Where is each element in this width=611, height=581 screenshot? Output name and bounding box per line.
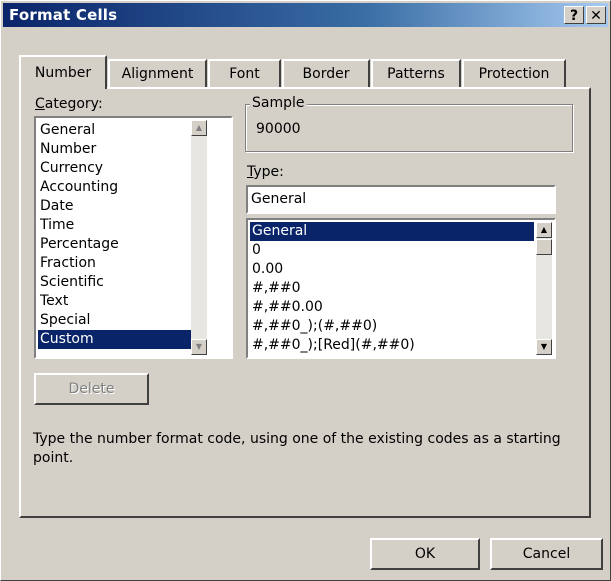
category-item-fraction[interactable]: Fraction	[38, 254, 96, 273]
category-label-accel: C	[35, 96, 45, 112]
category-item-general[interactable]: General	[38, 121, 95, 140]
type-list[interactable]: General 0 0.00 #,##0 #,##0.00 #,##0_);(#…	[246, 218, 556, 359]
category-item-special[interactable]: Special	[38, 311, 90, 330]
format-description: Type the number format code, using one o…	[33, 431, 561, 466]
scroll-up-icon[interactable]: ▲	[536, 222, 552, 238]
type-item-thousands-dec[interactable]: #,##0.00	[250, 298, 323, 317]
tab-patterns[interactable]: Patterns	[371, 59, 461, 87]
tab-protection[interactable]: Protection	[462, 59, 566, 87]
tab-alignment[interactable]: Alignment	[108, 59, 207, 87]
type-item-general[interactable]: General	[250, 222, 534, 241]
category-item-date[interactable]: Date	[38, 197, 73, 216]
category-scrollbar[interactable]: ▲ ▼	[191, 120, 207, 355]
category-item-time[interactable]: Time	[38, 216, 74, 235]
sample-legend: Sample	[250, 95, 307, 111]
scroll-down-icon[interactable]: ▼	[191, 339, 207, 355]
type-item-0-00[interactable]: 0.00	[250, 260, 283, 279]
category-item-percentage[interactable]: Percentage	[38, 235, 119, 254]
scroll-down-icon[interactable]: ▼	[536, 339, 552, 355]
type-label-text: ype:	[253, 164, 284, 180]
category-item-scientific[interactable]: Scientific	[38, 273, 104, 292]
tab-number[interactable]: Number	[19, 55, 107, 89]
tab-border[interactable]: Border	[282, 59, 370, 87]
close-button[interactable]: ✕	[586, 6, 606, 24]
ok-button[interactable]: OK	[370, 538, 480, 570]
category-item-custom[interactable]: Custom	[38, 330, 191, 349]
category-label: Category:	[35, 96, 103, 112]
scroll-up-icon[interactable]: ▲	[191, 120, 207, 136]
type-item-paren[interactable]: #,##0_);(#,##0)	[250, 317, 377, 336]
scroll-thumb[interactable]	[536, 239, 552, 255]
help-button[interactable]: ?	[564, 6, 584, 24]
cancel-button[interactable]: Cancel	[490, 538, 603, 570]
category-label-text: ategory:	[44, 96, 103, 112]
title-bar[interactable]: Format Cells ? ✕	[3, 3, 608, 27]
category-item-number[interactable]: Number	[38, 140, 96, 159]
type-item-red-paren[interactable]: #,##0_);[Red](#,##0)	[250, 336, 415, 355]
type-label: Type:	[247, 164, 284, 180]
category-item-accounting[interactable]: Accounting	[38, 178, 118, 197]
sample-value: 90000	[256, 121, 301, 137]
tab-font[interactable]: Font	[208, 59, 281, 87]
category-list[interactable]: General Number Currency Accounting Date …	[34, 116, 233, 359]
type-input[interactable]: General	[246, 185, 556, 214]
category-item-text[interactable]: Text	[38, 292, 68, 311]
type-item-thousands[interactable]: #,##0	[250, 279, 301, 298]
dialog-title: Format Cells	[9, 6, 118, 24]
delete-button[interactable]: Delete	[34, 373, 149, 405]
category-item-currency[interactable]: Currency	[38, 159, 103, 178]
type-scrollbar[interactable]: ▲ ▼	[536, 222, 552, 355]
type-item-0[interactable]: 0	[250, 241, 261, 260]
